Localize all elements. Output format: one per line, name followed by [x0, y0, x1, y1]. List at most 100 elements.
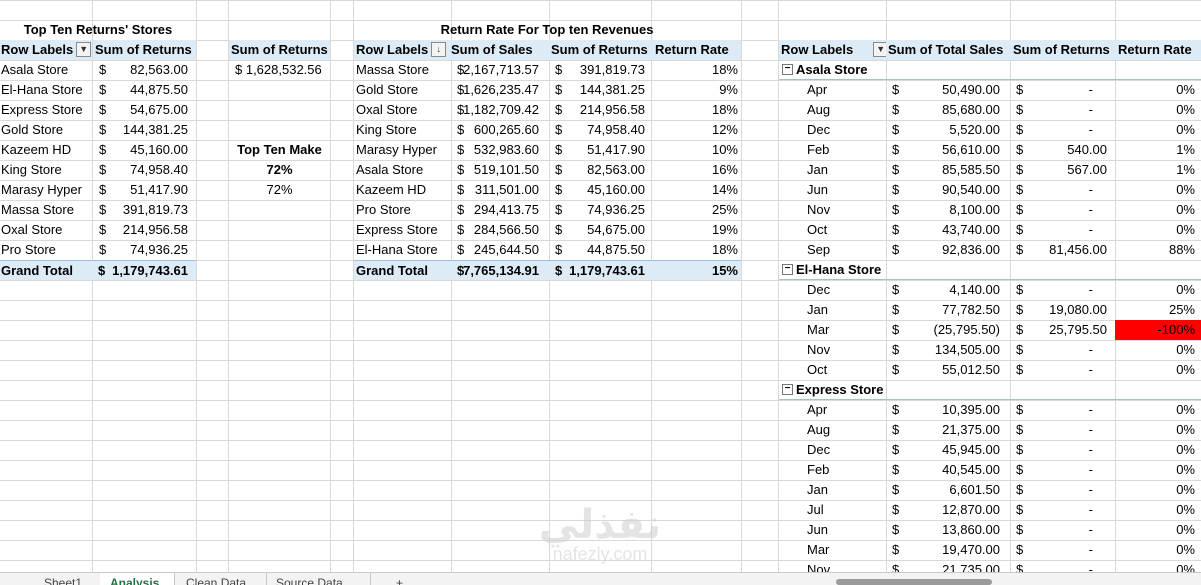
return-rate-sales-value[interactable]: $600,265.60	[451, 120, 549, 140]
monthly-return-rate[interactable]: 0%	[1115, 340, 1201, 360]
monthly-return-rate[interactable]: 0%	[1115, 120, 1201, 140]
sheet-tab-sheet1[interactable]: Sheet1	[34, 573, 109, 585]
return-rate-store-label[interactable]: Pro Store	[354, 200, 451, 220]
return-rate-sales-value[interactable]: $532,983.60	[451, 140, 549, 160]
monthly-month-label[interactable]: Dec	[779, 120, 886, 140]
monthly-sales-value[interactable]: $56,610.00	[886, 140, 1010, 160]
monthly-returns-header[interactable]: Sum of Returns	[1010, 40, 1115, 60]
return-rate-pct[interactable]: 18%	[651, 100, 741, 120]
top-returns-store-label[interactable]: Express Store	[0, 100, 92, 120]
monthly-return-rate[interactable]: 0%	[1115, 480, 1201, 500]
return-rate-returns-header[interactable]: Sum of Returns	[549, 40, 651, 60]
return-rate-sales-value[interactable]: $294,413.75	[451, 200, 549, 220]
monthly-sales-value[interactable]: $90,540.00	[886, 180, 1010, 200]
return-rate-returns-value[interactable]: $144,381.25	[549, 80, 651, 100]
monthly-returns-value[interactable]: $ -	[1010, 220, 1115, 240]
return-rate-sales-value[interactable]: $245,644.50	[451, 240, 549, 260]
collapse-icon[interactable]: −	[782, 264, 793, 276]
top-returns-value[interactable]: $391,819.73	[93, 200, 196, 220]
return-rate-pct[interactable]: 10%	[651, 140, 741, 160]
return-rate-returns-value[interactable]: $44,875.50	[549, 240, 651, 260]
monthly-return-rate[interactable]: 0%	[1115, 540, 1201, 560]
monthly-return-rate[interactable]: 0%	[1115, 400, 1201, 420]
monthly-month-label[interactable]: Jan	[779, 480, 886, 500]
monthly-return-rate[interactable]: 0%	[1115, 500, 1201, 520]
monthly-month-label[interactable]: Jul	[779, 500, 886, 520]
monthly-month-label[interactable]: Sep	[779, 240, 886, 260]
monthly-return-rate[interactable]: -100%	[1115, 320, 1201, 340]
top-returns-value[interactable]: $51,417.90	[93, 180, 196, 200]
top-ten-pct-bold[interactable]: 72%	[229, 160, 330, 180]
return-rate-returns-value[interactable]: $214,956.58	[549, 100, 651, 120]
collapse-icon[interactable]: −	[782, 64, 793, 76]
return-rate-store-label[interactable]: Express Store	[354, 220, 451, 240]
monthly-month-label[interactable]: Jun	[779, 520, 886, 540]
monthly-returns-value[interactable]: $540.00	[1010, 140, 1115, 160]
monthly-month-label[interactable]: Nov	[779, 200, 886, 220]
monthly-row-labels-header[interactable]: Row Labels ▼	[779, 40, 886, 60]
monthly-return-rate[interactable]: 0%	[1115, 440, 1201, 460]
sum-returns-header[interactable]: Sum of Returns	[229, 40, 330, 60]
return-rate-returns-value[interactable]: $45,160.00	[549, 180, 651, 200]
return-rate-sales-value[interactable]: $311,501.00	[451, 180, 549, 200]
monthly-group-header[interactable]: − El-Hana Store	[779, 260, 1201, 280]
monthly-returns-value[interactable]: $ -	[1010, 200, 1115, 220]
return-rate-rate-header[interactable]: Return Rate	[651, 40, 741, 60]
return-rate-grand-total-returns[interactable]: $1,179,743.61	[549, 260, 651, 280]
monthly-sales-value[interactable]: $8,100.00	[886, 200, 1010, 220]
return-rate-store-label[interactable]: Oxal Store	[354, 100, 451, 120]
top-returns-sum-header[interactable]: Sum of Returns	[93, 40, 196, 60]
top-returns-value[interactable]: $44,875.50	[93, 80, 196, 100]
monthly-return-rate[interactable]: 0%	[1115, 80, 1201, 100]
monthly-returns-value[interactable]: $ -	[1010, 340, 1115, 360]
top-returns-store-label[interactable]: King Store	[0, 160, 92, 180]
monthly-return-rate[interactable]: 0%	[1115, 180, 1201, 200]
return-rate-returns-value[interactable]: $51,417.90	[549, 140, 651, 160]
monthly-sales-value[interactable]: $85,585.50	[886, 160, 1010, 180]
monthly-return-rate[interactable]: 0%	[1115, 520, 1201, 540]
return-rate-pct[interactable]: 18%	[651, 60, 741, 80]
monthly-sales-value[interactable]: $43,740.00	[886, 220, 1010, 240]
return-rate-pct[interactable]: 16%	[651, 160, 741, 180]
monthly-returns-value[interactable]: $ -	[1010, 540, 1115, 560]
return-rate-store-label[interactable]: King Store	[354, 120, 451, 140]
monthly-return-rate[interactable]: 0%	[1115, 200, 1201, 220]
monthly-returns-value[interactable]: $19,080.00	[1010, 300, 1115, 320]
monthly-returns-value[interactable]: $ -	[1010, 400, 1115, 420]
return-rate-sales-value[interactable]: $284,566.50	[451, 220, 549, 240]
monthly-return-rate[interactable]: 0%	[1115, 280, 1201, 300]
monthly-return-rate[interactable]: 0%	[1115, 360, 1201, 380]
monthly-month-label[interactable]: Nov	[779, 340, 886, 360]
return-rate-sales-value[interactable]: $1,182,709.42	[451, 100, 549, 120]
add-sheet-button[interactable]: +	[386, 573, 422, 585]
top-returns-value[interactable]: $74,936.25	[93, 240, 196, 260]
top-returns-store-label[interactable]: Oxal Store	[0, 220, 92, 240]
monthly-month-label[interactable]: Dec	[779, 440, 886, 460]
return-rate-store-label[interactable]: Marasy Hyper	[354, 140, 451, 160]
monthly-month-label[interactable]: Apr	[779, 400, 886, 420]
monthly-group-header[interactable]: − Asala Store	[779, 60, 1201, 80]
monthly-month-label[interactable]: Feb	[779, 140, 886, 160]
monthly-month-label[interactable]: Aug	[779, 420, 886, 440]
monthly-returns-value[interactable]: $81,456.00	[1010, 240, 1115, 260]
monthly-returns-value[interactable]: $ -	[1010, 560, 1115, 572]
return-rate-returns-value[interactable]: $82,563.00	[549, 160, 651, 180]
monthly-month-label[interactable]: Oct	[779, 360, 886, 380]
return-rate-pct[interactable]: 12%	[651, 120, 741, 140]
monthly-returns-value[interactable]: $567.00	[1010, 160, 1115, 180]
monthly-month-label[interactable]: Feb	[779, 460, 886, 480]
top-returns-store-label[interactable]: Massa Store	[0, 200, 92, 220]
monthly-sales-value[interactable]: $85,680.00	[886, 100, 1010, 120]
filter-icon[interactable]: ▼	[873, 42, 886, 58]
top-returns-store-label[interactable]: Asala Store	[0, 60, 92, 80]
monthly-month-label[interactable]: Nov	[779, 560, 886, 572]
return-rate-pct[interactable]: 19%	[651, 220, 741, 240]
monthly-sales-value[interactable]: $92,836.00	[886, 240, 1010, 260]
monthly-return-rate[interactable]: 0%	[1115, 460, 1201, 480]
sheet-tab-clean-data[interactable]: Clean Data	[176, 573, 267, 585]
monthly-month-label[interactable]: Mar	[779, 540, 886, 560]
top-returns-store-label[interactable]: El-Hana Store	[0, 80, 92, 100]
monthly-returns-value[interactable]: $ -	[1010, 180, 1115, 200]
monthly-sales-value[interactable]: $40,545.00	[886, 460, 1010, 480]
horizontal-scrollbar-thumb[interactable]	[836, 579, 992, 585]
